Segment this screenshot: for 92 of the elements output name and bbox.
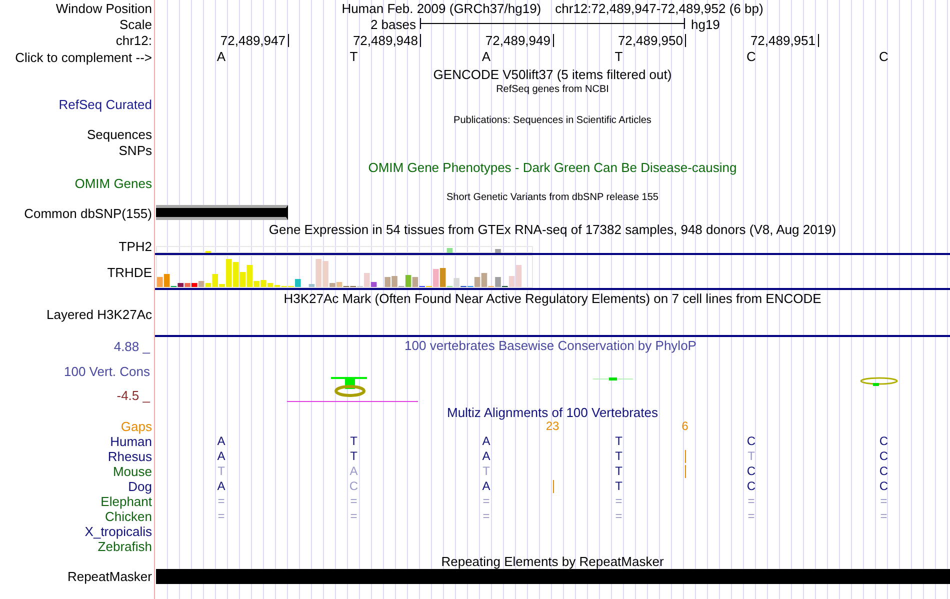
species-label[interactable]: Human: [110, 434, 152, 449]
aligned-base: =: [748, 494, 755, 509]
aligned-base: A: [217, 479, 226, 494]
track-label: Gaps: [120, 419, 152, 434]
track-label: Window Position: [56, 0, 152, 16]
species-label[interactable]: Dog: [128, 479, 152, 494]
species-label[interactable]: Mouse: [112, 464, 152, 479]
conservation-mark: [331, 376, 368, 397]
aligned-base: C: [879, 449, 888, 464]
track-label[interactable]: Layered H3K27Ac: [46, 307, 152, 322]
track-title[interactable]: Short Genetic Variants from dbSNP release 155: [446, 192, 658, 203]
aligned-base: C: [746, 434, 756, 449]
aligned-base: A: [217, 434, 226, 449]
aligned-base: C: [879, 479, 888, 494]
base-letter[interactable]: A: [482, 49, 491, 64]
track-label[interactable]: SNPs: [118, 142, 152, 158]
track-label: chr12:: [116, 33, 152, 48]
aligned-base: T: [218, 464, 225, 479]
aligned-base: T: [350, 449, 358, 464]
aligned-base: =: [615, 494, 622, 509]
aligned-base: C: [879, 434, 888, 449]
aligned-base: T: [615, 479, 622, 494]
species-label[interactable]: Elephant: [100, 494, 152, 509]
base-letter[interactable]: C: [879, 49, 888, 64]
track-title[interactable]: Publications: Sequences in Scientific Articles: [454, 114, 652, 126]
track-title[interactable]: H3K27Ac Mark (Often Found Near Active Regulatory Elements) on 7 cell lines from ENCODE: [284, 291, 822, 306]
position-range: chr12:72,489,947-72,489,952 (6 bp): [555, 0, 764, 16]
position-tick: 72,489,951: [750, 34, 819, 47]
scale-span-text: 2 bases: [370, 17, 416, 32]
aligned-base: T: [615, 464, 622, 479]
aligned-base: T: [615, 449, 622, 464]
base-letter[interactable]: A: [216, 49, 226, 64]
base-letter[interactable]: T: [350, 49, 358, 64]
aligned-base: =: [350, 509, 358, 524]
aligned-base: A: [482, 449, 490, 464]
species-label[interactable]: Rhesus: [108, 449, 152, 464]
aligned-base: =: [350, 494, 358, 509]
track-label[interactable]: OMIM Genes: [74, 176, 152, 190]
aligned-base: =: [482, 509, 490, 524]
conservation-mark: [593, 377, 633, 381]
species-label[interactable]: Chicken: [105, 509, 152, 524]
aligned-base: =: [615, 509, 622, 524]
axis-max-label: 4.88 _: [114, 339, 150, 354]
aligned-base: C: [746, 479, 756, 494]
conservation-mark: [860, 377, 898, 387]
position-tick: 72,489,950: [618, 34, 686, 47]
aligned-base: T: [350, 434, 358, 449]
position-tick: 72,489,949: [485, 34, 554, 47]
axis-min-label: -4.5 _: [116, 388, 150, 403]
track-label[interactable]: Sequences: [86, 127, 152, 142]
aligned-base: =: [218, 494, 225, 509]
gap-count: 23: [546, 419, 560, 433]
aligned-base: =: [218, 509, 225, 524]
aligned-base: A: [350, 464, 358, 479]
track-label[interactable]: 100 Vert. Cons: [64, 364, 150, 378]
position-tick: 72,489,948: [352, 34, 422, 47]
aligned-base: T: [615, 434, 622, 449]
aligned-base: =: [880, 494, 888, 509]
track-label[interactable]: RepeatMasker: [67, 569, 152, 584]
aligned-base: A: [217, 449, 226, 464]
variant-bar[interactable]: [156, 205, 288, 220]
aligned-base: =: [880, 509, 888, 524]
assembly-label: hg19: [690, 17, 720, 32]
species-label[interactable]: Zebrafish: [98, 539, 152, 554]
aligned-base: =: [748, 509, 755, 524]
track-title[interactable]: Gene Expression in 54 tissues from GTEx RNA-seq of 17382 samples, 948 donors (V8, Aug 2019): [268, 222, 836, 237]
track-title[interactable]: Repeating Elements by RepeatMasker: [441, 554, 664, 569]
track-label[interactable]: RefSeq Curated: [58, 96, 152, 112]
aligned-base: T: [748, 449, 755, 464]
track-label: Scale: [119, 16, 152, 32]
assembly-name: Human Feb. 2009 (GRCh37/hg19): [342, 0, 542, 16]
aligned-base: =: [482, 494, 490, 509]
complement-link[interactable]: Click to complement -->: [15, 50, 152, 64]
track-title[interactable]: OMIM Gene Phenotypes - Dark Green Can Be Disease-causing: [368, 160, 737, 174]
position-tick: 72,489,947: [220, 34, 288, 47]
species-label[interactable]: X_tropicalis: [84, 524, 152, 539]
base-letter[interactable]: C: [746, 49, 756, 64]
gap-count: 6: [682, 419, 688, 433]
track-title[interactable]: Multiz Alignments of 100 Vertebrates: [446, 404, 658, 420]
track-title[interactable]: GENCODE V50lift37 (5 items filtered out): [433, 66, 672, 82]
aligned-base: C: [879, 464, 888, 479]
track-title[interactable]: RefSeq genes from NCBI: [496, 84, 609, 94]
aligned-base: C: [746, 464, 756, 479]
aligned-base: C: [349, 479, 358, 494]
gene-label[interactable]: TRHDE: [107, 265, 152, 280]
track-label[interactable]: Common dbSNP(155): [24, 206, 152, 220]
base-letter[interactable]: T: [614, 49, 623, 64]
aligned-base: T: [482, 464, 490, 479]
gene-label[interactable]: TPH2: [118, 239, 152, 254]
aligned-base: A: [482, 479, 490, 494]
track-title[interactable]: 100 vertebrates Basewise Conservation by PhyloP: [404, 338, 696, 353]
aligned-base: A: [482, 434, 490, 449]
